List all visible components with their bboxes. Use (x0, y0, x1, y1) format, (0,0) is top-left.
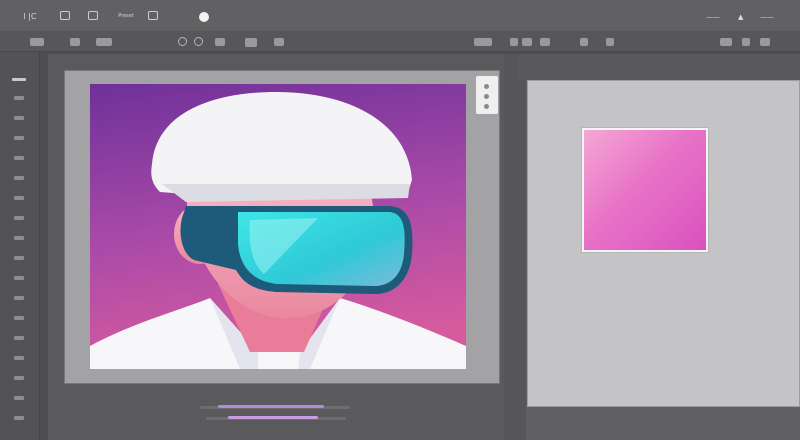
option-item[interactable] (30, 38, 44, 46)
up-arrow-icon[interactable]: ▲ (738, 13, 743, 21)
tool-icon[interactable] (14, 176, 24, 180)
panel-label: l |C (23, 11, 37, 21)
circle-option-icon[interactable] (194, 37, 203, 46)
tool-icon[interactable] (14, 156, 24, 160)
menu-right-2[interactable]: —— (760, 13, 774, 21)
option-item[interactable] (606, 38, 614, 46)
artwork-svg (90, 84, 466, 369)
app-window: l |C Preset —— ▲ —— (0, 0, 800, 440)
tool-icon[interactable] (14, 336, 24, 340)
color-dot-button[interactable] (199, 12, 209, 22)
left-toolbar (0, 52, 40, 440)
layers-icon[interactable] (60, 11, 70, 20)
move-tool-icon[interactable] (12, 78, 26, 81)
option-item[interactable] (522, 38, 532, 46)
tool-icon[interactable] (14, 196, 24, 200)
option-item[interactable] (720, 38, 732, 46)
option-item[interactable] (742, 38, 750, 46)
tool-icon[interactable] (14, 216, 24, 220)
crop-icon[interactable] (148, 11, 158, 20)
option-item[interactable] (245, 38, 257, 47)
tool-icon[interactable] (14, 96, 24, 100)
tool-icon[interactable] (14, 316, 24, 320)
color-swatch-preview[interactable] (582, 128, 708, 252)
tool-icon[interactable] (14, 416, 24, 420)
option-item[interactable] (274, 38, 284, 46)
slider-fill[interactable] (218, 405, 324, 408)
option-item[interactable] (510, 38, 518, 46)
control-dot-icon[interactable] (484, 84, 489, 89)
options-bar (0, 32, 800, 52)
menu-right-1[interactable]: —— (706, 13, 720, 21)
canvas-artwork[interactable] (90, 84, 466, 369)
tool-icon[interactable] (14, 136, 24, 140)
tool-icon[interactable] (14, 256, 24, 260)
frame-icon[interactable] (88, 11, 98, 20)
option-item[interactable] (215, 38, 225, 46)
right-panel-header (518, 54, 800, 80)
tool-icon[interactable] (14, 236, 24, 240)
timeline-slider[interactable] (200, 402, 350, 424)
panel-toggle[interactable]: l |C (16, 9, 44, 23)
tool-icon[interactable] (14, 296, 24, 300)
tool-icon[interactable] (14, 116, 24, 120)
control-dot-icon[interactable] (484, 104, 489, 109)
tool-icon[interactable] (14, 396, 24, 400)
option-item[interactable] (540, 38, 550, 46)
option-item[interactable] (474, 38, 492, 46)
circle-option-icon[interactable] (178, 37, 187, 46)
option-item[interactable] (70, 38, 80, 46)
canvas-side-controls[interactable] (476, 76, 498, 114)
tool-icon[interactable] (14, 356, 24, 360)
option-item[interactable] (580, 38, 588, 46)
panel-divider[interactable] (504, 54, 526, 440)
option-item[interactable] (760, 38, 770, 46)
preset-button[interactable]: Preset (116, 9, 136, 23)
preset-label: Preset (118, 13, 134, 19)
top-menu-bar: l |C Preset —— ▲ —— (0, 0, 800, 32)
slider-fill-2[interactable] (228, 416, 318, 419)
tool-icon[interactable] (14, 276, 24, 280)
tool-icon[interactable] (14, 376, 24, 380)
control-dot-icon[interactable] (484, 94, 489, 99)
option-item[interactable] (96, 38, 112, 46)
